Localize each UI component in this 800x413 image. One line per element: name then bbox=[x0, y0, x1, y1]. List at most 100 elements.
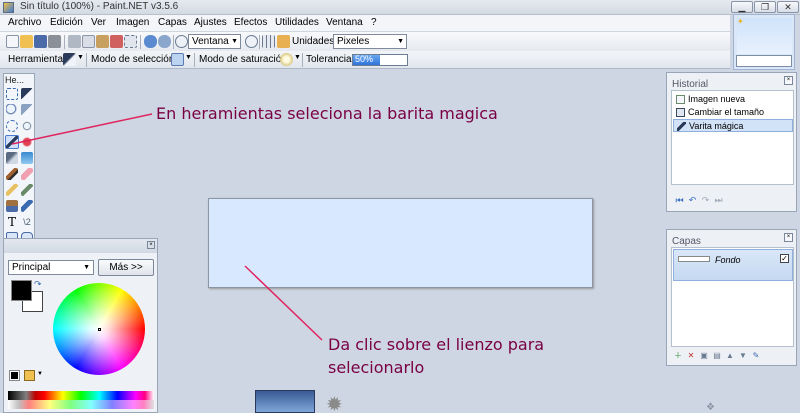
tolerance-slider[interactable]: 50% bbox=[352, 54, 408, 66]
close-icon[interactable]: × bbox=[147, 241, 155, 249]
image-thumbnail[interactable] bbox=[737, 18, 792, 54]
print-icon[interactable] bbox=[48, 35, 61, 48]
palette-options-icon[interactable] bbox=[24, 370, 35, 381]
rectangle-select-icon[interactable] bbox=[6, 88, 18, 100]
palette-select[interactable]: Principal ▼ bbox=[8, 260, 94, 275]
add-layer-icon[interactable]: ＋ bbox=[673, 351, 683, 361]
text-tool-icon[interactable]: T bbox=[6, 216, 18, 228]
grid-icon[interactable] bbox=[262, 35, 275, 48]
open-folder-icon[interactable] bbox=[20, 35, 33, 48]
menu-efectos[interactable]: Efectos bbox=[234, 17, 267, 28]
delete-layer-icon[interactable]: ✕ bbox=[686, 351, 696, 361]
chevron-down-icon[interactable]: ▼ bbox=[37, 371, 43, 377]
move-selection-icon[interactable] bbox=[21, 88, 33, 100]
crop-icon[interactable] bbox=[110, 35, 123, 48]
menu-ventana[interactable]: Ventana bbox=[326, 17, 363, 28]
move-selected-icon[interactable] bbox=[21, 104, 33, 116]
layer-row[interactable]: Fondo ✓ bbox=[673, 249, 793, 281]
more-colors-button[interactable]: Más >> bbox=[98, 259, 154, 276]
zoom-icon[interactable] bbox=[175, 35, 188, 48]
close-icon[interactable]: × bbox=[784, 76, 793, 85]
deselect-icon[interactable] bbox=[124, 35, 137, 48]
history-item[interactable]: Cambiar el tamaño bbox=[673, 106, 793, 119]
menu-help[interactable]: ? bbox=[371, 17, 377, 28]
menu-archivo[interactable]: Archivo bbox=[8, 17, 41, 28]
layer-thumbnail bbox=[678, 256, 710, 262]
paint-bucket-icon[interactable] bbox=[6, 152, 18, 164]
undo-icon[interactable]: ↶ bbox=[687, 195, 698, 205]
taskbar-thumbnail[interactable] bbox=[255, 390, 315, 413]
color-picker-icon[interactable] bbox=[21, 184, 33, 196]
menu-capas[interactable]: Capas bbox=[158, 17, 187, 28]
chevron-down-icon[interactable]: ▼ bbox=[185, 54, 192, 61]
close-button[interactable]: ✕ bbox=[777, 1, 799, 13]
menu-utilidades[interactable]: Utilidades bbox=[275, 17, 319, 28]
image-tab-label[interactable] bbox=[736, 55, 792, 67]
menu-ver[interactable]: Ver bbox=[91, 17, 106, 28]
chevron-down-icon[interactable]: ▼ bbox=[77, 54, 84, 61]
history-item-label: Varita mágica bbox=[689, 121, 744, 131]
cut-icon[interactable] bbox=[68, 35, 81, 48]
minimize-button[interactable]: ▁ bbox=[731, 1, 753, 13]
zoom-tool-icon[interactable] bbox=[21, 120, 33, 132]
gradient-icon[interactable] bbox=[21, 152, 33, 164]
redo-icon[interactable]: ↷ bbox=[700, 195, 711, 205]
color-wheel[interactable] bbox=[53, 283, 145, 375]
toolbar-separator bbox=[86, 53, 87, 67]
eraser-icon[interactable] bbox=[21, 168, 33, 180]
color-wheel-cursor[interactable] bbox=[98, 328, 101, 331]
pencil-icon[interactable] bbox=[6, 184, 18, 196]
restore-button[interactable]: ❐ bbox=[754, 1, 776, 13]
save-icon[interactable] bbox=[34, 35, 47, 48]
duplicate-layer-icon[interactable]: ▣ bbox=[699, 351, 709, 361]
primary-color-swatch[interactable] bbox=[11, 280, 32, 301]
history-item-label: Cambiar el tamaño bbox=[688, 107, 765, 117]
undo-icon[interactable] bbox=[144, 35, 157, 48]
image-canvas[interactable] bbox=[208, 198, 593, 288]
pan-tool-icon[interactable] bbox=[21, 136, 33, 148]
rulers-icon[interactable] bbox=[277, 35, 290, 48]
annotation-bottom-line1: Da clic sobre el lienzo para bbox=[328, 335, 545, 354]
tolerance-value: 50% bbox=[355, 54, 374, 64]
new-file-icon[interactable] bbox=[6, 35, 19, 48]
image-tabs-strip: ✦ bbox=[733, 14, 795, 70]
lasso-icon[interactable] bbox=[6, 104, 18, 116]
toolbar-separator bbox=[302, 53, 303, 67]
zoom-combo[interactable]: Ventana ▼ bbox=[188, 34, 241, 49]
paste-icon[interactable] bbox=[96, 35, 109, 48]
last-step-icon[interactable]: ⏭ bbox=[713, 195, 724, 205]
menu-imagen[interactable]: Imagen bbox=[116, 17, 149, 28]
menu-edicion[interactable]: Edición bbox=[50, 17, 83, 28]
magic-wand-icon[interactable] bbox=[63, 53, 76, 66]
move-up-icon[interactable]: ▲ bbox=[725, 351, 735, 361]
ellipse-select-icon[interactable] bbox=[6, 120, 18, 132]
history-list: Imagen nueva Cambiar el tamaño Varita má… bbox=[671, 90, 794, 185]
swap-colors-icon[interactable]: ↷ bbox=[34, 279, 42, 290]
first-step-icon[interactable]: ⏮ bbox=[674, 195, 685, 205]
recolor-icon[interactable] bbox=[21, 200, 33, 212]
menu-ajustes[interactable]: Ajustes bbox=[194, 17, 227, 28]
layer-properties-icon[interactable]: ✎ bbox=[751, 351, 761, 361]
magic-wand-tool-icon[interactable] bbox=[5, 135, 19, 149]
chevron-down-icon[interactable]: ▼ bbox=[294, 54, 301, 61]
color-palette-row[interactable] bbox=[8, 400, 154, 409]
clone-stamp-icon[interactable] bbox=[6, 200, 18, 212]
units-combo[interactable]: Pixeles ▼ bbox=[333, 34, 407, 49]
close-icon[interactable]: × bbox=[784, 233, 793, 242]
redo-icon[interactable] bbox=[158, 35, 171, 48]
toolbar-separator bbox=[259, 35, 260, 49]
history-panel: Historial × Imagen nueva Cambiar el tama… bbox=[666, 72, 797, 212]
paintbrush-icon[interactable] bbox=[6, 168, 18, 180]
copy-icon[interactable] bbox=[82, 35, 95, 48]
zoom-in-icon[interactable] bbox=[245, 35, 258, 48]
line-curve-icon[interactable]: \2 bbox=[21, 216, 33, 228]
layer-visibility-checkbox[interactable]: ✓ bbox=[780, 254, 789, 263]
flood-mode-icon[interactable] bbox=[280, 53, 293, 66]
history-item[interactable]: Imagen nueva bbox=[673, 93, 793, 106]
history-item-label: Imagen nueva bbox=[688, 94, 746, 104]
history-item[interactable]: Varita mágica bbox=[673, 119, 793, 132]
move-down-icon[interactable]: ▼ bbox=[738, 351, 748, 361]
merge-layer-icon[interactable]: ▤ bbox=[712, 351, 722, 361]
reset-colors-icon[interactable] bbox=[9, 370, 20, 381]
selection-mode-icon[interactable] bbox=[171, 53, 184, 66]
